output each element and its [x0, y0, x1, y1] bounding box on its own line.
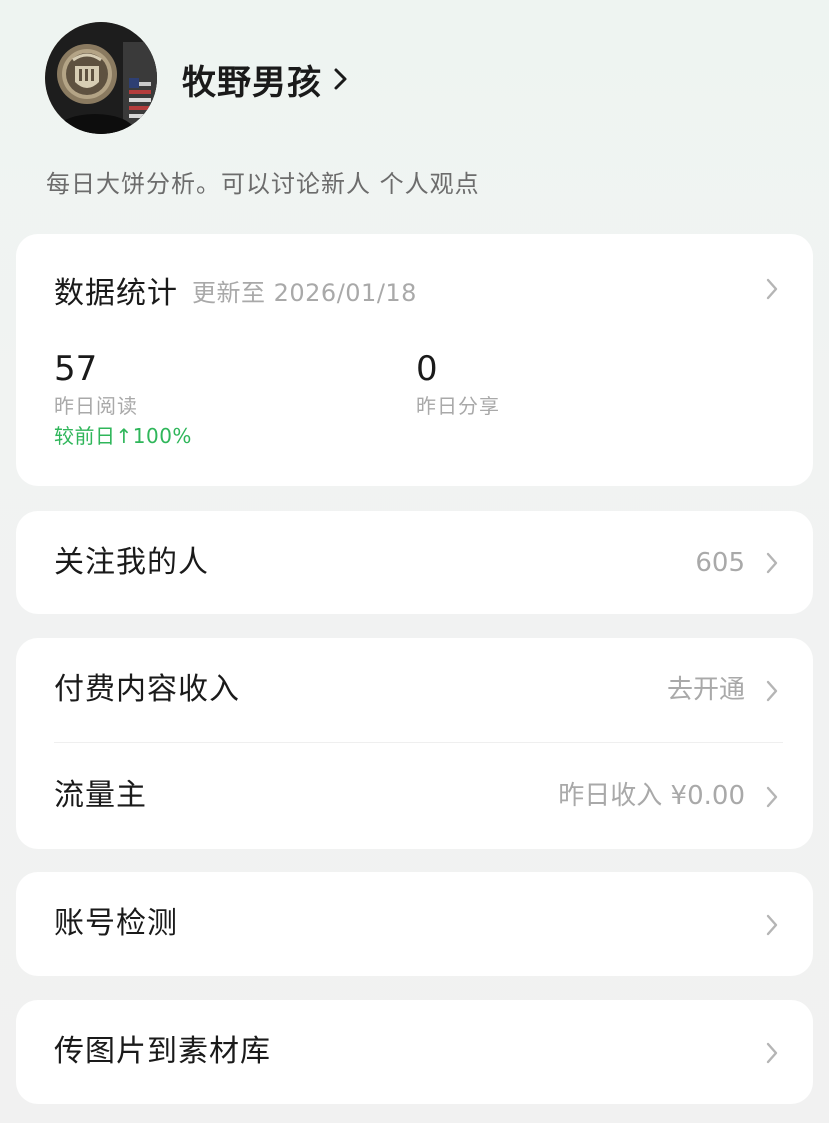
paid-income-action: 去开通: [666, 675, 745, 705]
followers-row[interactable]: 关注我的人 605: [16, 511, 813, 615]
account-check-card: 账号检测: [16, 872, 813, 976]
chevron-right-icon: [766, 914, 778, 936]
chevron-right-icon: [766, 278, 778, 300]
stat-yesterday-shares: 0 昨日分享: [416, 347, 500, 421]
profile-bio: 每日大饼分析。可以讨论新人 个人观点: [46, 170, 480, 198]
chevron-right-icon: [766, 786, 778, 808]
followers-label: 关注我的人: [54, 545, 209, 580]
profile-header: 牧野男孩 每日大饼分析。可以讨论新人 个人观点: [0, 0, 829, 225]
upload-images-card: 传图片到素材库: [16, 1000, 813, 1104]
chevron-right-icon: [766, 552, 778, 574]
upload-images-label: 传图片到素材库: [54, 1034, 271, 1069]
account-check-label: 账号检测: [54, 906, 178, 941]
stat-reads-change: 较前日↑100%: [54, 424, 192, 448]
stat-yesterday-reads: 57 昨日阅读 较前日↑100%: [54, 347, 192, 451]
divider: [54, 742, 783, 743]
traffic-owner-label: 流量主: [54, 778, 147, 813]
stats-updated-date: 更新至 2026/01/18: [192, 279, 417, 307]
paid-income-label: 付费内容收入: [54, 672, 240, 707]
stat-reads-label: 昨日阅读: [54, 394, 138, 418]
chevron-right-icon: [334, 68, 347, 90]
avatar[interactable]: [45, 22, 157, 134]
stat-reads-value: 57: [54, 349, 98, 389]
chevron-right-icon: [766, 680, 778, 702]
followers-count: 605: [695, 548, 745, 578]
profile-name: 牧野男孩: [182, 62, 322, 103]
stat-shares-value: 0: [416, 349, 438, 389]
paid-income-row[interactable]: 付费内容收入 去开通: [16, 638, 813, 742]
avatar-seal-icon: [45, 22, 157, 134]
stats-header-link[interactable]: 数据统计 更新至 2026/01/18: [16, 234, 813, 344]
traffic-owner-income: 昨日收入 ¥0.00: [558, 781, 745, 811]
stats-card: 数据统计 更新至 2026/01/18 57 昨日阅读 较前日↑100% 0 昨…: [16, 234, 813, 486]
account-check-row[interactable]: 账号检测: [16, 872, 813, 976]
income-card: 付费内容收入 去开通 流量主 昨日收入 ¥0.00: [16, 638, 813, 849]
traffic-owner-row[interactable]: 流量主 昨日收入 ¥0.00: [16, 744, 813, 848]
upload-images-row[interactable]: 传图片到素材库: [16, 1000, 813, 1104]
stats-title: 数据统计: [54, 276, 178, 311]
profile-name-link[interactable]: 牧野男孩: [182, 54, 350, 104]
chevron-right-icon: [766, 1042, 778, 1064]
stat-shares-label: 昨日分享: [416, 394, 500, 418]
followers-card: 关注我的人 605: [16, 511, 813, 614]
